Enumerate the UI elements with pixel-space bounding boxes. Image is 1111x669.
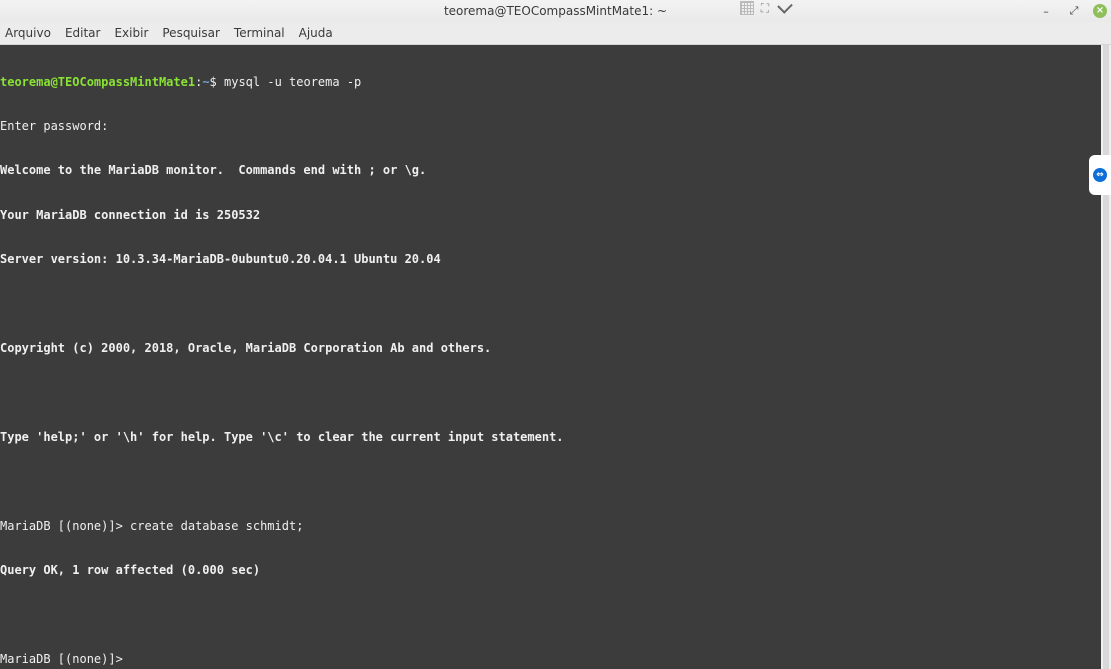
prompt-command: mysql -u teorema -p [224, 74, 362, 89]
fullscreen-icon[interactable]: ⛶ [758, 1, 772, 15]
prompt-user-host: teorema@TEOCompassMintMate1 [0, 74, 196, 89]
grid-icon[interactable] [740, 1, 754, 15]
maximize-button[interactable]: ⤢ [1065, 2, 1083, 20]
terminal-output[interactable]: teorema@TEOCompassMintMate1:~$ mysql -u … [0, 45, 1101, 669]
prompt-path: ~ [202, 74, 210, 89]
terminal-scrollbar[interactable] [1101, 45, 1111, 669]
terminal-line: Copyright (c) 2000, 2018, Oracle, MariaD… [0, 340, 492, 355]
mariadb-prompt-line: MariaDB [(none)]> [0, 651, 131, 666]
chevron-down-icon[interactable] [776, 0, 793, 15]
titlebar-extra-icons: ⛶ [740, 0, 793, 15]
menu-editar[interactable]: Editar [58, 22, 108, 44]
scrollbar-thumb[interactable] [1103, 45, 1109, 669]
menu-terminal[interactable]: Terminal [227, 22, 292, 44]
terminal-line: Type 'help;' or '\h' for help. Type '\c'… [0, 429, 564, 444]
terminal-line: MariaDB [(none)]> create database schmid… [0, 518, 304, 533]
shell-prompt-line: teorema@TEOCompassMintMate1:~$ mysql -u … [0, 75, 1101, 90]
close-button[interactable]: × [1093, 4, 1107, 18]
menu-arquivo[interactable]: Arquivo [0, 22, 58, 44]
menu-ajuda[interactable]: Ajuda [292, 22, 340, 44]
terminal-line: Welcome to the MariaDB monitor. Commands… [0, 163, 427, 178]
terminal-line: Enter password: [0, 118, 109, 133]
window-controls: – ⤢ × [1037, 2, 1107, 20]
minimize-button[interactable]: – [1037, 2, 1055, 20]
menu-pesquisar[interactable]: Pesquisar [155, 22, 227, 44]
teamviewer-widget[interactable]: ⇔ [1089, 155, 1111, 195]
title-bar[interactable]: teorema@TEOCompassMintMate1: ~ ⛶ – ⤢ × [0, 0, 1111, 22]
terminal-line: Server version: 10.3.34-MariaDB-0ubuntu0… [0, 252, 441, 267]
prompt-symbol: $ [209, 74, 224, 89]
window-title: teorema@TEOCompassMintMate1: ~ [443, 4, 668, 18]
terminal-line: Query OK, 1 row affected (0.000 sec) [0, 562, 261, 577]
terminal-line: Your MariaDB connection id is 250532 [0, 207, 261, 222]
terminal-window: teorema@TEOCompassMintMate1: ~ ⛶ – ⤢ × A… [0, 0, 1111, 669]
menu-bar: Arquivo Editar Exibir Pesquisar Terminal… [0, 22, 1111, 45]
teamviewer-icon: ⇔ [1093, 168, 1107, 182]
menu-exibir[interactable]: Exibir [107, 22, 155, 44]
